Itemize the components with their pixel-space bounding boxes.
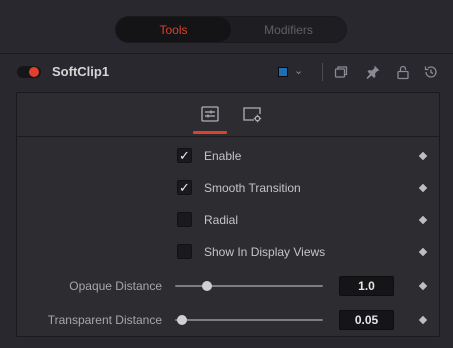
- keyframe-diamond-icon[interactable]: [418, 281, 428, 291]
- transparent-distance-label: Transparent Distance: [47, 313, 162, 327]
- toggle-dot: [29, 67, 39, 77]
- tab-modifiers[interactable]: Modifiers: [231, 17, 346, 42]
- checkbox-row-radial: Radial: [17, 210, 439, 230]
- divider: [0, 53, 453, 54]
- transparent-distance-handle[interactable]: [177, 315, 187, 325]
- inspector-panel: ✓ Enable ✓ Smooth Transition Radial Show…: [16, 92, 440, 337]
- radial-checkbox[interactable]: [177, 212, 192, 227]
- tool-name[interactable]: SoftClip1: [52, 64, 109, 79]
- lock-icon[interactable]: [395, 64, 411, 80]
- tool-header: SoftClip1 ⌄: [0, 55, 453, 89]
- show-in-display-views-checkbox[interactable]: [177, 244, 192, 259]
- tab-tools[interactable]: Tools: [116, 17, 231, 42]
- opaque-distance-handle[interactable]: [202, 281, 212, 291]
- header-separator: [322, 63, 323, 81]
- keyframe-diamond-icon[interactable]: [418, 215, 428, 225]
- slider-row-opaque-distance: Opaque Distance 1.0: [17, 276, 439, 296]
- enable-label: Enable: [204, 149, 242, 163]
- keyframe-diamond-icon[interactable]: [418, 151, 428, 161]
- reset-icon[interactable]: [423, 64, 439, 80]
- keyframe-diamond-icon[interactable]: [418, 247, 428, 257]
- tool-enable-toggle[interactable]: [17, 66, 41, 78]
- copy-icon[interactable]: [333, 64, 349, 80]
- show-in-display-views-label: Show In Display Views: [204, 245, 326, 259]
- opaque-distance-track[interactable]: [175, 285, 323, 287]
- smooth-transition-label: Smooth Transition: [204, 181, 301, 195]
- pin-icon[interactable]: [365, 64, 381, 80]
- sliders-icon[interactable]: [199, 103, 221, 125]
- transparent-distance-input[interactable]: 0.05: [339, 310, 394, 330]
- color-swatch[interactable]: [278, 67, 288, 77]
- transparent-distance-track[interactable]: [175, 319, 323, 321]
- opaque-distance-input[interactable]: 1.0: [339, 276, 394, 296]
- control-tabs: [17, 93, 439, 137]
- keyframe-diamond-icon[interactable]: [418, 315, 428, 325]
- enable-checkbox[interactable]: ✓: [177, 148, 192, 163]
- checkbox-row-show-in-display-views: Show In Display Views: [17, 242, 439, 262]
- smooth-transition-checkbox[interactable]: ✓: [177, 180, 192, 195]
- checkbox-row-smooth-transition: ✓ Smooth Transition: [17, 178, 439, 198]
- chevron-down-icon[interactable]: ⌄: [294, 64, 303, 77]
- keyframe-diamond-icon[interactable]: [418, 183, 428, 193]
- opaque-distance-label: Opaque Distance: [69, 279, 162, 293]
- settings-panel-icon[interactable]: [241, 103, 263, 125]
- panel-tab-bar: Tools Modifiers: [115, 16, 347, 43]
- slider-row-transparent-distance: Transparent Distance 0.05: [17, 310, 439, 330]
- active-tab-indicator: [193, 131, 227, 134]
- checkbox-row-enable: ✓ Enable: [17, 146, 439, 166]
- radial-label: Radial: [204, 213, 239, 227]
